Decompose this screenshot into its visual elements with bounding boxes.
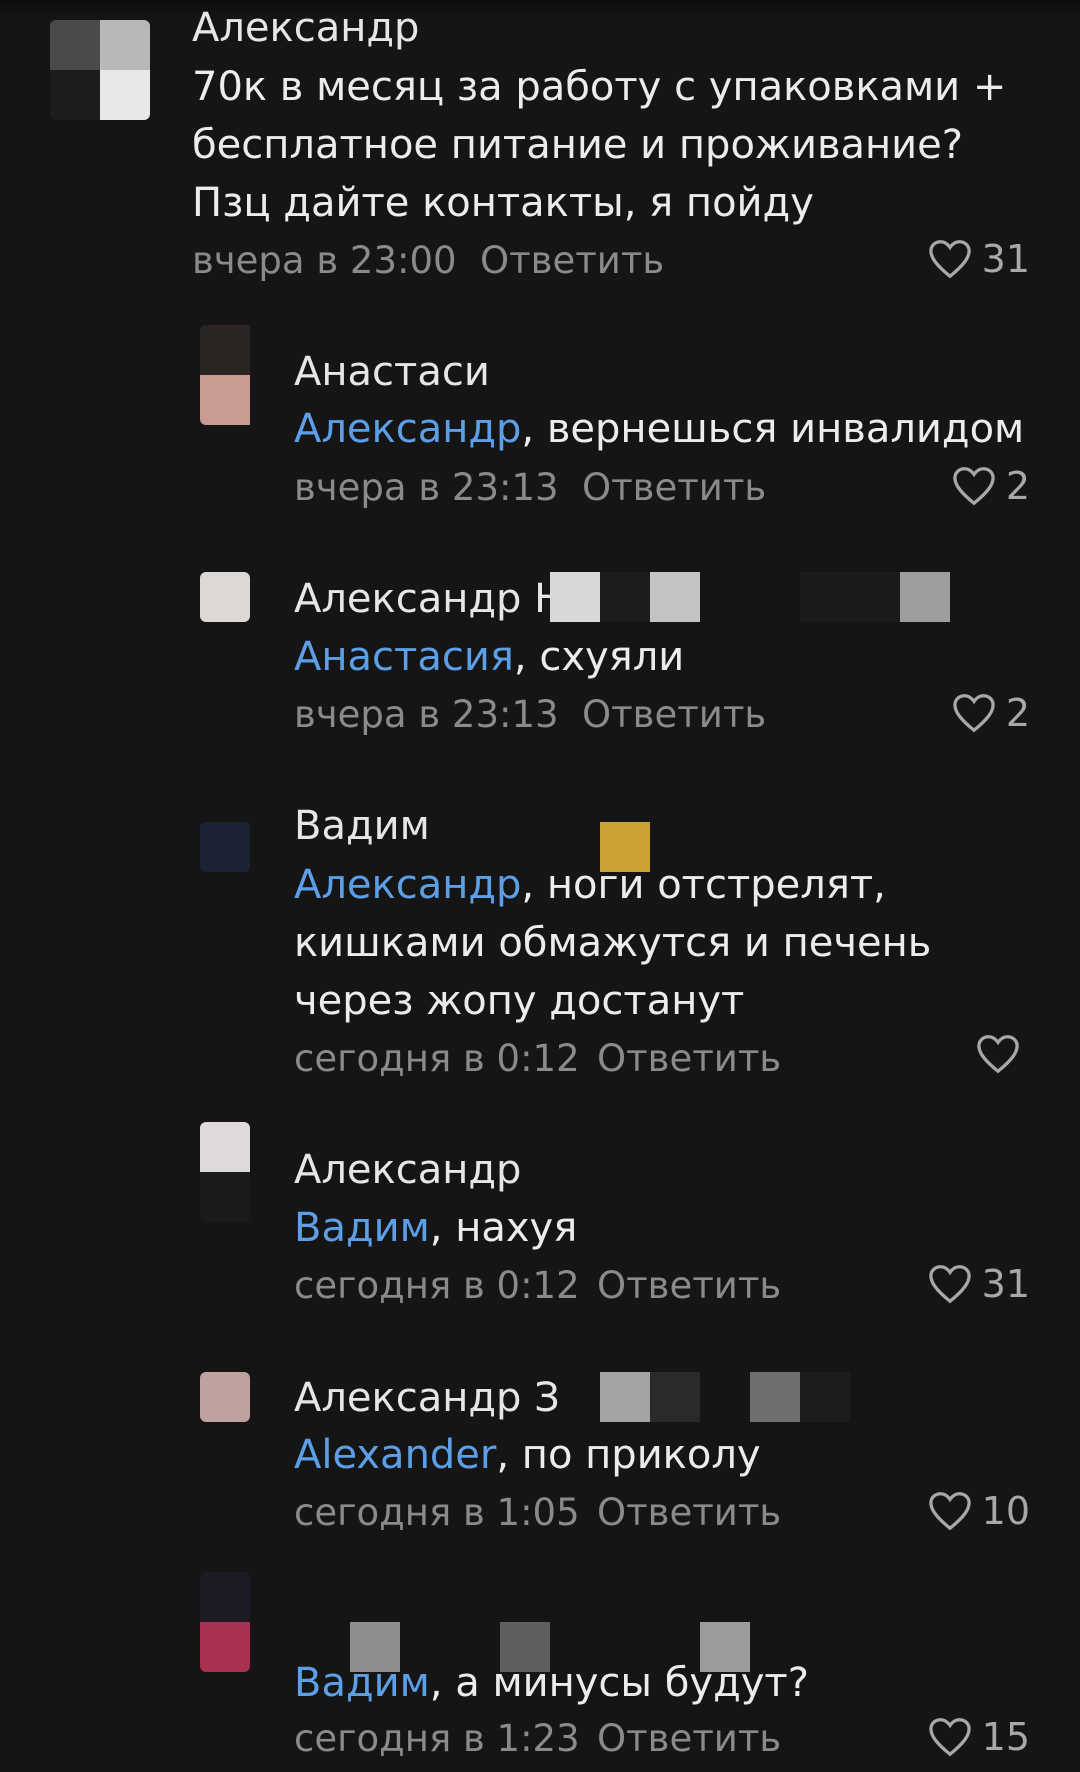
avatar[interactable] — [200, 1372, 250, 1422]
mention-link[interactable]: Alexander — [294, 1432, 496, 1478]
redacted-block — [750, 1372, 800, 1422]
avatar[interactable] — [200, 1572, 250, 1672]
like-count: 31 — [981, 1262, 1030, 1306]
redacted-block — [600, 1372, 650, 1422]
reply-button[interactable]: Ответить — [597, 1490, 781, 1536]
comment-text: Анастасия, схуяли — [294, 628, 1054, 686]
redacted-block — [550, 572, 600, 622]
mention-link[interactable]: Вадим — [294, 1660, 430, 1706]
top-strip — [0, 0, 1080, 20]
redacted-block — [650, 1372, 700, 1422]
like-button[interactable] — [976, 1034, 1030, 1074]
heart-outline-icon — [928, 240, 971, 279]
comment-text: Вадим, а минусы будут? — [294, 1654, 1054, 1712]
reply-button[interactable]: Ответить — [597, 1036, 781, 1082]
comment-timestamp: сегодня в 0:12 — [294, 1264, 580, 1307]
redacted-block — [850, 572, 900, 622]
comment-text: 70к в месяц за работу с упаковками + бес… — [192, 58, 1012, 232]
avatar[interactable] — [50, 20, 150, 120]
like-button[interactable]: 31 — [928, 1261, 1030, 1307]
comment-author[interactable]: Александр — [192, 4, 419, 52]
reply-button[interactable]: Ответить — [582, 692, 766, 738]
reply-button[interactable]: Ответить — [597, 1263, 781, 1309]
comment-timestamp: вчера в 23:00 — [192, 239, 457, 282]
comment-body: , вернешься инвалидом — [521, 406, 1025, 452]
comment-body: , схуяли — [513, 634, 685, 680]
comment-body: , по приколу — [496, 1432, 761, 1478]
like-count: 31 — [981, 237, 1030, 281]
comment-author[interactable]: Анастаси — [294, 348, 490, 396]
like-count: 10 — [981, 1489, 1030, 1533]
reply-button[interactable]: Ответить — [582, 465, 766, 511]
comment-timestamp: сегодня в 1:05 — [294, 1491, 580, 1534]
heart-outline-icon — [953, 694, 995, 733]
comment-body: , а минусы будут? — [429, 1660, 809, 1706]
comment-text: Вадим, нахуя — [294, 1199, 1054, 1257]
comment-timestamp: сегодня в 1:23 — [294, 1717, 580, 1760]
comment-text: Александр, вернешься инвалидом — [294, 400, 1054, 458]
heart-outline-icon — [928, 1718, 971, 1757]
like-button[interactable]: 31 — [928, 236, 1030, 282]
comment-text: Александр, ноги отстрелят, кишками обмаж… — [294, 856, 1034, 1030]
like-button[interactable]: 15 — [928, 1714, 1030, 1760]
heart-outline-icon — [928, 1265, 971, 1304]
redacted-block — [600, 572, 650, 622]
like-button[interactable]: 2 — [952, 463, 1030, 509]
comment-text: Alexander, по приколу — [294, 1426, 1054, 1484]
mention-link[interactable]: Александр — [294, 862, 521, 908]
comment-author[interactable]: Александр — [294, 1146, 521, 1194]
redacted-block — [650, 572, 700, 622]
like-count: 2 — [1005, 464, 1030, 508]
comment-author[interactable]: Александр Н — [294, 575, 564, 623]
heart-outline-icon — [977, 1035, 1019, 1074]
comment-timestamp: вчера в 23:13 — [294, 693, 559, 736]
avatar[interactable] — [200, 572, 250, 622]
mention-link[interactable]: Александр — [294, 406, 521, 452]
like-button[interactable]: 10 — [928, 1488, 1030, 1534]
comment-author[interactable]: Вадим — [294, 802, 430, 850]
mention-link[interactable]: Анастасия — [294, 634, 514, 680]
avatar[interactable] — [200, 325, 300, 425]
avatar[interactable] — [200, 822, 250, 872]
comment-body: 70к в месяц за работу с упаковками + бес… — [192, 64, 1007, 226]
heart-outline-icon — [953, 467, 995, 506]
comment-timestamp: сегодня в 0:12 — [294, 1037, 580, 1080]
like-button[interactable]: 2 — [952, 690, 1030, 736]
redacted-block — [800, 1372, 850, 1422]
heart-outline-icon — [928, 1492, 971, 1531]
redacted-block — [900, 572, 950, 622]
reply-button[interactable]: Ответить — [480, 238, 664, 284]
reply-button[interactable]: Ответить — [597, 1716, 781, 1762]
comment-author[interactable]: Александр З — [294, 1374, 560, 1422]
redacted-block — [800, 572, 850, 622]
like-count: 2 — [1005, 691, 1030, 735]
comment-body: , нахуя — [429, 1205, 578, 1251]
comment-timestamp: вчера в 23:13 — [294, 466, 559, 509]
avatar[interactable] — [200, 1122, 250, 1222]
like-count: 15 — [981, 1715, 1030, 1759]
mention-link[interactable]: Вадим — [294, 1205, 430, 1251]
